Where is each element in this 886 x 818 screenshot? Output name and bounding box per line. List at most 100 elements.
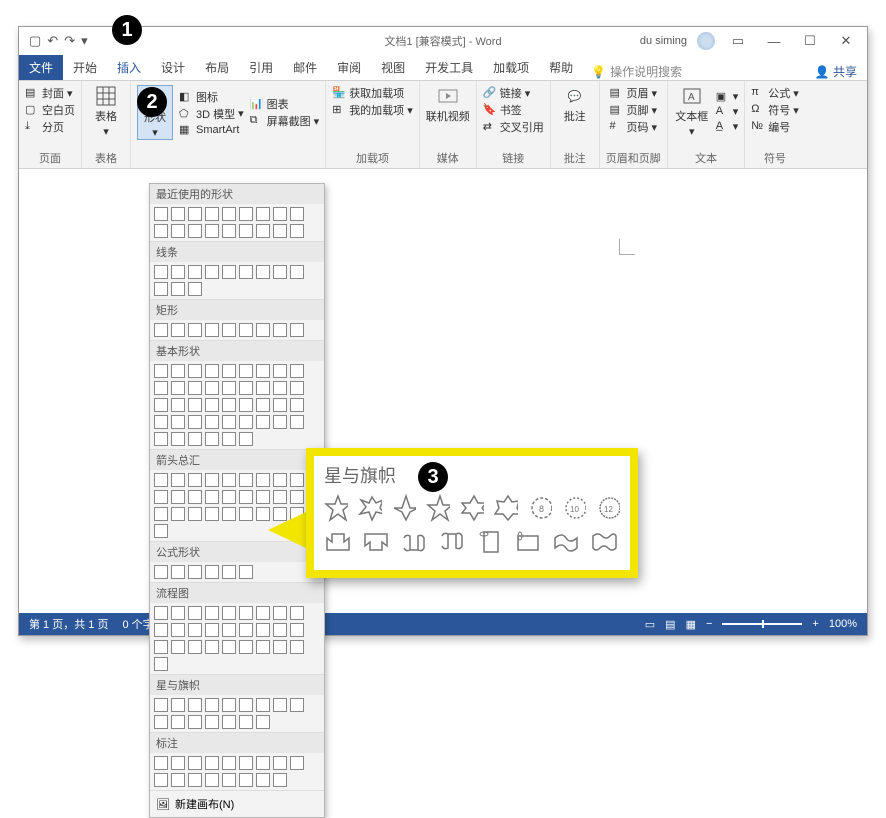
shape-thumb[interactable] (222, 415, 236, 429)
grid-rects[interactable] (150, 320, 324, 340)
blank-page-button[interactable]: ▢空白页 (25, 102, 75, 118)
user-avatar[interactable] (697, 32, 715, 50)
shape-thumb[interactable] (222, 323, 236, 337)
shape-thumb[interactable] (256, 640, 270, 654)
tab-design[interactable]: 设计 (151, 55, 195, 80)
shape-thumb[interactable] (222, 698, 236, 712)
3dmodels-button[interactable]: ⬠3D 模型 ▾ (179, 106, 244, 122)
tab-home[interactable]: 开始 (63, 55, 107, 80)
shape-thumb[interactable] (205, 415, 219, 429)
shape-thumb[interactable] (256, 698, 270, 712)
shape-thumb[interactable] (256, 623, 270, 637)
shape-thumb[interactable] (171, 381, 185, 395)
new-canvas-button[interactable]: 🖼 新建画布(N) (150, 790, 324, 817)
shape-thumb[interactable] (154, 756, 168, 770)
shape-thumb[interactable] (154, 507, 168, 521)
shape-thumb[interactable] (256, 398, 270, 412)
shape-thumb[interactable] (256, 715, 270, 729)
star-burst-icon[interactable] (324, 494, 348, 522)
shape-thumb[interactable] (239, 640, 253, 654)
shape-thumb[interactable] (205, 773, 219, 787)
shape-thumb[interactable] (290, 415, 304, 429)
shape-thumb[interactable] (188, 623, 202, 637)
shape-thumb[interactable] (205, 640, 219, 654)
shape-thumb[interactable] (273, 698, 287, 712)
shape-thumb[interactable] (256, 207, 270, 221)
shape-thumb[interactable] (171, 640, 185, 654)
shape-thumb[interactable] (256, 224, 270, 238)
shape-thumb[interactable] (239, 773, 253, 787)
tab-review[interactable]: 审阅 (327, 55, 371, 80)
undo-icon[interactable]: ↶ (47, 33, 58, 49)
cover-page-button[interactable]: ▤封面 ▾ (25, 85, 75, 101)
grid-callouts[interactable] (150, 753, 324, 790)
shape-thumb[interactable] (222, 756, 236, 770)
shape-thumb[interactable] (222, 364, 236, 378)
shape-thumb[interactable] (188, 715, 202, 729)
shape-thumb[interactable] (290, 473, 304, 487)
shape-thumb[interactable] (273, 265, 287, 279)
shape-thumb[interactable] (290, 323, 304, 337)
tab-developer[interactable]: 开发工具 (415, 55, 483, 80)
shape-thumb[interactable] (154, 773, 168, 787)
shape-thumb[interactable] (205, 565, 219, 579)
zoom-in-icon[interactable]: + (812, 618, 818, 630)
shape-thumb[interactable] (205, 207, 219, 221)
shape-thumb[interactable] (205, 381, 219, 395)
shape-thumb[interactable] (171, 715, 185, 729)
star4-icon[interactable] (392, 494, 416, 522)
shape-thumb[interactable] (273, 364, 287, 378)
shape-thumb[interactable] (154, 224, 168, 238)
shape-thumb[interactable] (239, 432, 253, 446)
shape-thumb[interactable] (222, 432, 236, 446)
footer-button[interactable]: ▤页脚 ▾ (609, 102, 657, 118)
user-name[interactable]: du siming (640, 35, 687, 47)
shape-thumb[interactable] (239, 507, 253, 521)
star7-icon[interactable] (494, 494, 518, 522)
shape-thumb[interactable] (188, 398, 202, 412)
shape-thumb[interactable] (222, 606, 236, 620)
shape-thumb[interactable] (205, 623, 219, 637)
smartart-button[interactable]: ▦SmartArt (179, 123, 244, 137)
shape-thumb[interactable] (256, 756, 270, 770)
shape-thumb[interactable] (239, 756, 253, 770)
scroll-horizontal-icon[interactable] (514, 528, 542, 556)
redo-icon[interactable]: ↷ (64, 33, 75, 49)
close-icon[interactable]: ✕ (833, 33, 859, 49)
shape-thumb[interactable] (239, 565, 253, 579)
shape-thumb[interactable] (273, 323, 287, 337)
shape-thumb[interactable] (205, 398, 219, 412)
wordart-button[interactable]: A▾ (716, 105, 739, 119)
shape-thumb[interactable] (273, 224, 287, 238)
shape-thumb[interactable] (273, 415, 287, 429)
shape-thumb[interactable] (290, 640, 304, 654)
shape-thumb[interactable] (154, 473, 168, 487)
shape-thumb[interactable] (273, 756, 287, 770)
share-button[interactable]: 👤 共享 (815, 63, 857, 80)
grid-stars[interactable] (150, 695, 324, 732)
shape-thumb[interactable] (154, 623, 168, 637)
minimize-icon[interactable]: — (761, 34, 787, 49)
shape-thumb[interactable] (273, 473, 287, 487)
shape-thumb[interactable] (222, 398, 236, 412)
shape-thumb[interactable] (273, 490, 287, 504)
star10-icon[interactable]: 10 (562, 494, 586, 522)
shape-thumb[interactable] (171, 565, 185, 579)
shape-thumb[interactable] (205, 507, 219, 521)
shape-thumb[interactable] (222, 507, 236, 521)
shape-thumb[interactable] (205, 323, 219, 337)
shape-thumb[interactable] (171, 507, 185, 521)
shape-thumb[interactable] (154, 364, 168, 378)
shape-thumb[interactable] (239, 698, 253, 712)
shape-thumb[interactable] (256, 364, 270, 378)
shape-thumb[interactable] (154, 415, 168, 429)
xref-button[interactable]: ⇄交叉引用 (483, 119, 544, 135)
tab-addins[interactable]: 加载项 (483, 55, 539, 80)
explosion-icon[interactable] (358, 494, 382, 522)
quickparts-button[interactable]: ▣▾ (716, 90, 739, 104)
star6-icon[interactable] (460, 494, 484, 522)
shape-thumb[interactable] (154, 657, 168, 671)
shape-thumb[interactable] (222, 773, 236, 787)
shape-thumb[interactable] (290, 207, 304, 221)
shape-thumb[interactable] (239, 623, 253, 637)
